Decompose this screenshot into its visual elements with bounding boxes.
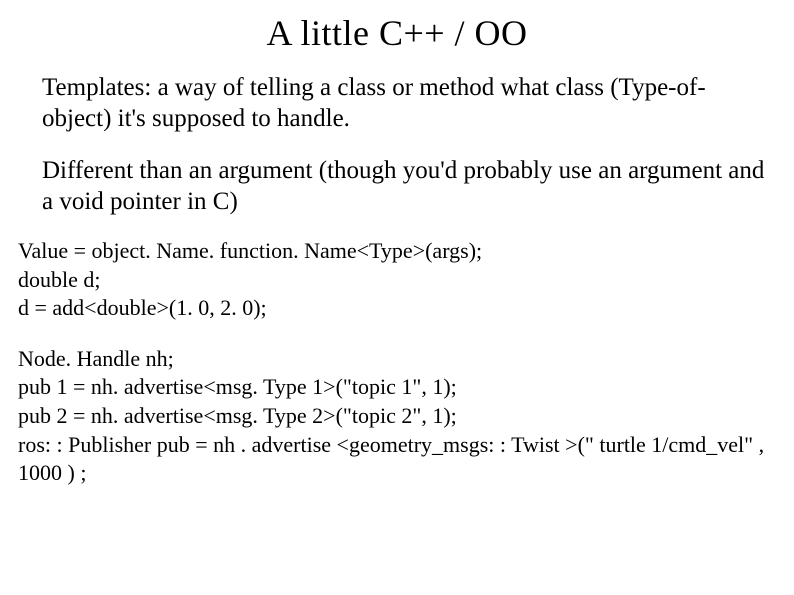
code-line: pub 1 = nh. advertise<msg. Type 1>("topi… — [18, 373, 776, 402]
code-line: Node. Handle nh; — [18, 345, 776, 374]
code-line: pub 2 = nh. advertise<msg. Type 2>("topi… — [18, 402, 776, 431]
code-line: double d; — [18, 266, 776, 295]
slide-title: A little C++ / OO — [18, 12, 776, 54]
paragraph-templates: Templates: a way of telling a class or m… — [18, 72, 776, 135]
code-line: d = add<double>(1. 0, 2. 0); — [18, 294, 776, 323]
code-block-2: Node. Handle nh; pub 1 = nh. advertise<m… — [18, 345, 776, 488]
paragraph-argument: Different than an argument (though you'd… — [18, 155, 776, 218]
code-line: ros: : Publisher pub = nh . advertise <g… — [18, 431, 776, 488]
code-line: Value = object. Name. function. Name<Typ… — [18, 237, 776, 266]
code-block-1: Value = object. Name. function. Name<Typ… — [18, 237, 776, 323]
